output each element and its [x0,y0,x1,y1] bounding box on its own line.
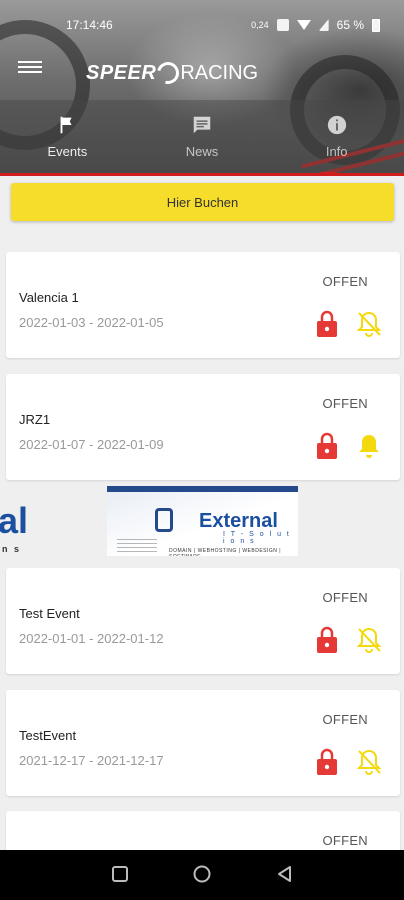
event-status: OFFEN [322,396,368,411]
event-name: JRZ1 [19,412,51,427]
logo-mark-icon [153,57,184,89]
event-card[interactable]: OFFEN Test Event 2022-01-01 - 2022-01-12 [6,568,400,674]
lock-icon[interactable] [316,432,338,460]
event-dates: 2021-12-17 - 2021-12-17 [19,753,164,768]
bell-icon[interactable] [356,432,382,460]
event-card[interactable]: OFFEN JRZ1 2022-01-07 - 2022-01-09 [6,374,400,480]
event-card[interactable]: OFFEN TestEvent 2021-12-17 - 2021-12-17 [6,690,400,796]
signal-icon [318,19,329,31]
tab-info-label: Info [325,143,348,159]
banner-partial-sub: n s [2,544,22,554]
tab-bar: Events News Info [0,100,404,172]
network-speed: 0,24 [251,20,269,30]
status-bar: 17:14:46 0,24 65 % [0,12,404,36]
home-button[interactable] [192,864,212,884]
status-time: 17:14:46 [66,18,113,32]
battery-icon [372,18,380,32]
tab-events[interactable]: Events [0,100,135,172]
status-icons: 0,24 65 % [251,18,380,32]
tab-info[interactable]: Info [269,100,404,172]
bell-off-icon[interactable] [356,626,382,654]
logo-speer-text: SPEER [86,61,157,84]
battery-percent: 65 % [336,18,364,32]
nfc-icon [276,19,289,31]
event-dates: 2022-01-01 - 2022-01-12 [19,631,164,646]
menu-icon-bar [18,71,42,73]
lock-icon[interactable] [316,748,338,776]
book-button[interactable]: Hier Buchen [11,183,394,221]
event-status: OFFEN [322,712,368,727]
bell-off-icon[interactable] [356,748,382,776]
banner-ad[interactable]: External I T - S o l u t i o n s DOMAIN … [107,486,298,556]
event-dates: 2022-01-03 - 2022-01-05 [19,315,164,330]
wifi-icon [296,20,311,30]
external-logo-icon [155,508,173,532]
tab-news[interactable]: News [135,100,270,172]
banner-contact-lines [117,539,157,553]
app-header: 17:14:46 0,24 65 % SPEER RACING Events N… [0,0,404,176]
event-name: Test Event [19,606,80,621]
banner-ad-partial[interactable]: al n s [0,500,30,556]
event-name: TestEvent [19,728,77,743]
bell-off-icon[interactable] [356,310,382,338]
lock-icon[interactable] [316,310,338,338]
system-nav-bar [0,850,404,900]
tab-news-label: News [185,143,219,159]
event-status: OFFEN [322,274,368,289]
banner-name: External [199,510,278,532]
menu-icon-bar [18,66,42,68]
banner-services: DOMAIN | WEBHOSTING | WEBDESIGN | SOFTWA… [169,548,282,556]
flag-icon [60,116,72,133]
banner-partial-text: al [0,500,29,541]
event-name: Valencia 1 [19,290,79,305]
info-icon [327,115,346,134]
message-icon [193,116,211,133]
speer-racing-logo: SPEER RACING [86,57,258,89]
event-card[interactable]: OFFEN Valencia 1 2022-01-03 - 2022-01-05 [6,252,400,358]
logo-racing-text: RACING [180,61,259,84]
event-status: OFFEN [322,590,368,605]
back-button[interactable] [276,865,294,883]
lock-icon[interactable] [316,626,338,654]
banner-subtitle: I T - S o l u t i o n s [223,531,291,545]
menu-button[interactable] [18,58,42,78]
event-dates: 2022-01-07 - 2022-01-09 [19,437,164,452]
header-accent-line [0,173,404,176]
menu-icon-bar [18,61,42,63]
tab-events-label: Events [47,143,88,159]
event-status: OFFEN [322,833,368,848]
recents-button[interactable] [111,865,129,883]
